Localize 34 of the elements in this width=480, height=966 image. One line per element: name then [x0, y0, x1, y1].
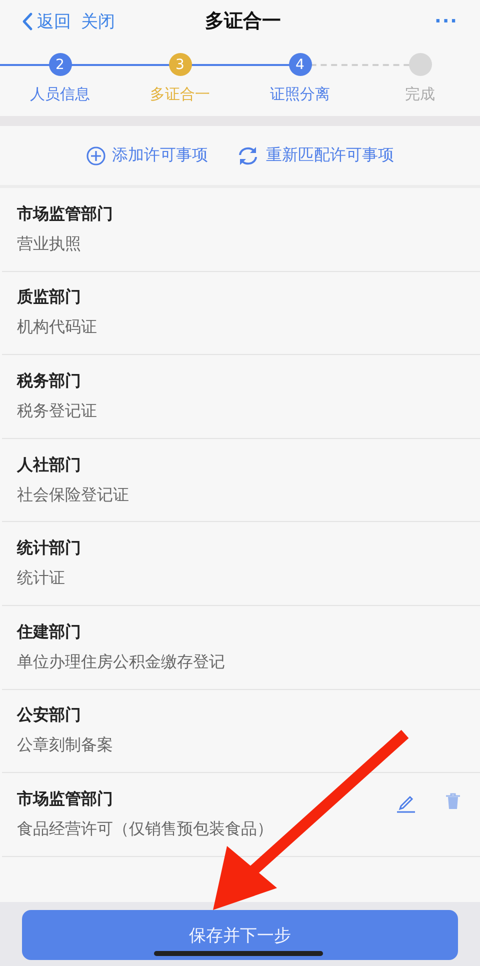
step-label: 证照分离 — [270, 85, 330, 104]
save-next-button[interactable]: 保存并下一步 — [22, 910, 458, 960]
step-circle: 4 — [288, 53, 312, 76]
department-name: 税务部门 — [17, 370, 82, 392]
step-label: 完成 — [405, 85, 435, 104]
license-name: 机构代码证 — [17, 317, 97, 338]
license-name: 社会保险登记证 — [17, 484, 129, 506]
step-circle: 3 — [168, 53, 192, 76]
department-name: 市场监管部门 — [17, 204, 113, 225]
close-button[interactable]: 关闭 — [81, 10, 115, 32]
license-name: 单位办理住房公积金缴存登记 — [17, 652, 225, 673]
department-name: 公安部门 — [17, 705, 82, 726]
department-name: 质监部门 — [17, 287, 82, 308]
license-name: 统计证 — [17, 568, 66, 590]
back-chevron-icon — [22, 12, 33, 30]
back-button[interactable]: 返回 — [22, 10, 71, 32]
page-title: 多证合一 — [205, 9, 281, 34]
license-name: 公章刻制备案 — [17, 735, 113, 756]
department-name: 人社部门 — [17, 454, 82, 476]
department-name: 市场监管部门 — [17, 788, 114, 810]
edit-button[interactable] — [396, 793, 416, 814]
license-name: 税务登记证 — [17, 400, 97, 422]
department-name: 住建部门 — [17, 622, 82, 643]
step-label: 多证合一 — [150, 85, 210, 104]
add-icon — [86, 146, 106, 166]
step-label: 人员信息 — [30, 85, 90, 104]
add-permit-button[interactable]: 添加许可事项 — [86, 145, 208, 166]
rematch-button[interactable]: 重新匹配许可事项 — [236, 145, 394, 166]
license-name: 营业执照 — [17, 234, 82, 255]
refresh-icon — [236, 146, 260, 166]
department-name: 统计部门 — [17, 538, 81, 560]
more-button[interactable]: ··· — [428, 10, 464, 32]
license-name: 食品经营许可（仅销售预包装食品） — [17, 818, 273, 840]
step-circle: 2 — [48, 53, 72, 76]
